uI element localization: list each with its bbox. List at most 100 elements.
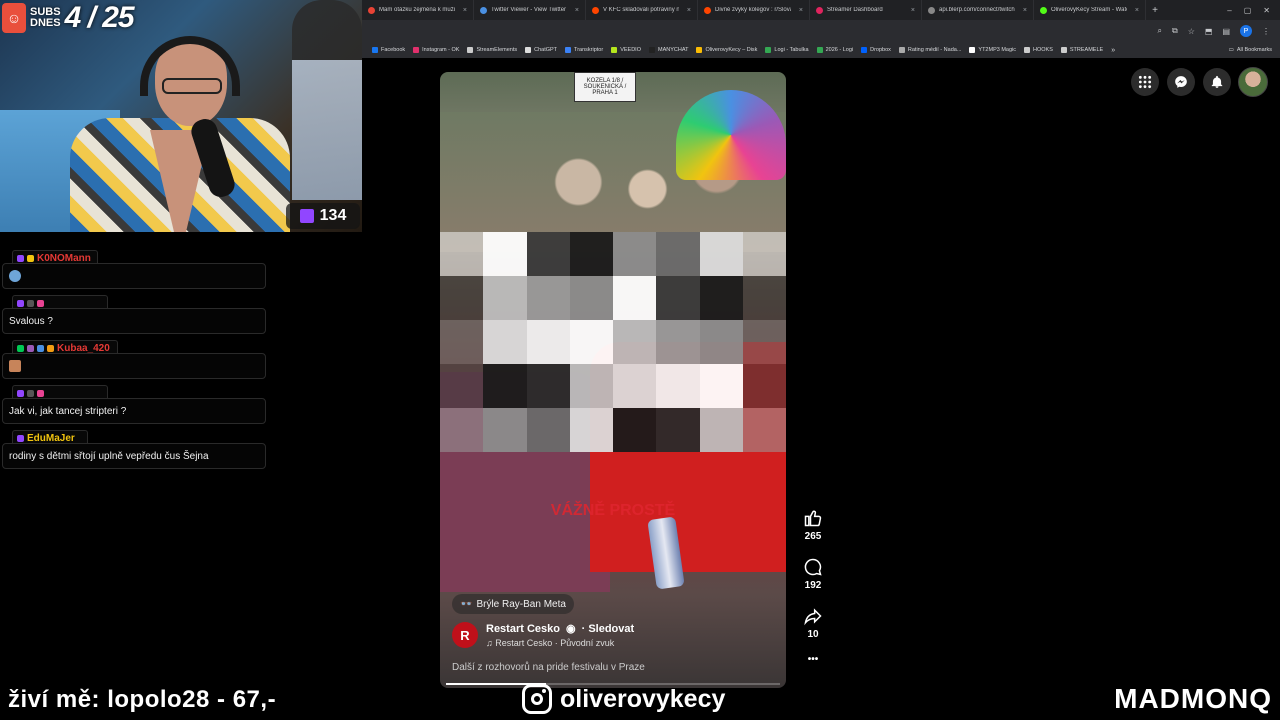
bookmark-label: 2026 - Logi xyxy=(825,47,854,53)
audio-label[interactable]: ♫ Restart Cesko · Původní zvuk xyxy=(486,638,634,648)
browser-profile-avatar[interactable]: P xyxy=(1240,25,1252,37)
comment-button[interactable]: 192 xyxy=(798,557,828,591)
mosaic-cell xyxy=(440,408,484,452)
glasses-tag[interactable]: 👓 Brýle Ray-Ban Meta xyxy=(452,594,574,614)
tab-close-icon[interactable]: × xyxy=(911,7,915,14)
tab-close-icon[interactable]: × xyxy=(1135,7,1139,14)
bookmark-star-icon[interactable]: ☆ xyxy=(1188,27,1195,36)
creator-info: R Restart Cesko ◉ · Sledovat ♫ Restart C… xyxy=(452,622,634,648)
browser-tab[interactable]: Mam otázku zejména k mužů × xyxy=(362,0,474,20)
bookmark-item[interactable]: OliverovyKecy – Disk xyxy=(692,47,761,53)
chat-badge-icon xyxy=(17,434,24,442)
share-button[interactable]: 10 xyxy=(798,606,828,640)
new-tab-button[interactable]: + xyxy=(1146,5,1164,16)
chat-message-text: rodiny s dětmi sřtojí uplně vepředu čus … xyxy=(9,450,209,462)
creator-avatar[interactable]: R xyxy=(452,622,478,648)
subs-widget-logo-icon: ☺ xyxy=(2,3,26,33)
bookmark-item[interactable]: MANYCHAT xyxy=(645,47,692,53)
bookmark-item[interactable]: VEEDIO xyxy=(607,47,645,53)
browser-menu-icon[interactable]: ⋮ xyxy=(1262,27,1270,36)
tab-close-icon[interactable]: × xyxy=(687,7,691,14)
chat-badge-icon xyxy=(37,344,44,352)
cast-icon[interactable]: ⧉ xyxy=(1172,26,1178,36)
all-bookmarks-label: All Bookmarks xyxy=(1236,47,1272,53)
mosaic-cell xyxy=(526,408,570,452)
reel-video[interactable]: KOZELA 1/8 / SOUKENICKÁ / PRAHA 1 VÁŽNĚ … xyxy=(440,72,786,688)
extensions-icon[interactable]: ⬒ xyxy=(1205,27,1213,36)
browser-tab[interactable]: api.blerp.com/connect/twitch × xyxy=(922,0,1034,20)
messenger-icon xyxy=(1175,76,1187,88)
tab-close-icon[interactable]: × xyxy=(575,7,579,14)
chat-badge-icon xyxy=(27,299,34,307)
browser-tab[interactable]: Twitter Viewer - View Twitter × xyxy=(474,0,586,20)
chat-message-text: Svalous ? xyxy=(9,315,53,327)
tab-title: Divné zvyky kolegov : r/Slovak xyxy=(715,7,791,13)
menu-button[interactable] xyxy=(1131,68,1159,96)
creator-name[interactable]: Restart Cesko xyxy=(486,623,560,635)
chat-badge-icon xyxy=(37,389,44,397)
bookmark-item[interactable]: 2026 - Logi xyxy=(813,47,858,53)
bookmark-item[interactable]: HOOKS xyxy=(1020,47,1057,53)
mosaic-cell xyxy=(699,320,743,364)
tab-favicon-icon xyxy=(1040,6,1047,14)
notifications-button[interactable] xyxy=(1203,68,1231,96)
tab-close-icon[interactable]: × xyxy=(1023,7,1027,14)
bookmark-item[interactable]: Dropbox xyxy=(857,47,895,53)
bookmark-item[interactable]: YT2MP3 Magic xyxy=(965,47,1020,53)
browser-tab[interactable]: Streamer Dashboard × xyxy=(810,0,922,20)
browser-tab[interactable]: Divné zvyky kolegov : r/Slovak × xyxy=(698,0,810,20)
bookmark-item[interactable]: Transkriptor xyxy=(561,47,607,53)
bookmark-item[interactable]: Logi - Tabulka xyxy=(761,47,812,53)
tab-close-icon[interactable]: × xyxy=(799,7,803,14)
tab-close-icon[interactable]: × xyxy=(463,7,467,14)
share-icon xyxy=(804,608,822,626)
mosaic-cell xyxy=(526,320,570,364)
more-options-button[interactable]: ••• xyxy=(798,654,828,665)
close-window-icon[interactable]: ✕ xyxy=(1263,6,1270,15)
chat-message: rodiny s dětmi sřtojí uplně vepředu čus … xyxy=(2,443,266,469)
bookmark-favicon-icon xyxy=(467,47,474,53)
all-bookmarks-button[interactable]: ▭ All Bookmarks xyxy=(1225,47,1280,53)
sidebar-icon[interactable]: ▤ xyxy=(1222,27,1230,36)
bookmarks-overflow-button[interactable]: » xyxy=(1107,47,1119,54)
bookmark-label: ChatGPT xyxy=(534,47,558,53)
mosaic-cell xyxy=(440,276,484,320)
mosaic-cell xyxy=(656,320,700,364)
subs-label: SUBS DNES xyxy=(30,7,61,29)
mosaic-cell xyxy=(699,408,743,452)
like-button[interactable]: 265 xyxy=(798,508,828,542)
bookmark-item[interactable]: ChatGPT xyxy=(521,47,561,53)
zoom-icon[interactable]: ⌕ xyxy=(1158,26,1162,36)
bookmark-item[interactable]: Instagram - OK xyxy=(409,47,463,53)
bookmark-favicon-icon xyxy=(565,47,572,53)
bookmark-item[interactable]: StreamElements xyxy=(463,47,521,53)
mosaic-cell xyxy=(569,408,613,452)
mosaic-cell xyxy=(699,276,743,320)
verified-icon: ◉ xyxy=(565,623,576,635)
bookmark-item[interactable]: STREAMELE xyxy=(1057,47,1107,53)
mosaic-cell xyxy=(440,364,484,408)
chat-badge-icon xyxy=(17,344,24,352)
subs-today-widget: ☺ SUBS DNES 4 / 25 xyxy=(0,0,135,36)
mosaic-cell xyxy=(440,232,484,276)
browser-tab[interactable]: V KFC skladovali potraviny na × xyxy=(586,0,698,20)
tab-favicon-icon xyxy=(816,6,823,14)
bookmark-item[interactable]: Rating médií - Nada... xyxy=(895,47,966,53)
mosaic-cell xyxy=(656,276,700,320)
follow-button[interactable]: · Sledovat xyxy=(582,623,635,635)
tab-title: Twitter Viewer - View Twitter xyxy=(491,7,567,13)
bookmark-item[interactable]: Facebook xyxy=(368,47,409,53)
account-avatar[interactable] xyxy=(1238,67,1268,97)
mosaic-cell xyxy=(699,232,743,276)
tab-title: Streamer Dashboard xyxy=(827,7,883,13)
chat-badge-icon xyxy=(17,389,24,397)
maximize-icon[interactable]: ▢ xyxy=(1244,6,1252,15)
chat-message xyxy=(2,263,266,289)
minimize-icon[interactable]: – xyxy=(1227,6,1231,15)
video-caption[interactable]: Další z rozhovorů na pride festivalu v P… xyxy=(452,662,645,673)
tab-favicon-icon xyxy=(704,6,711,14)
messenger-button[interactable] xyxy=(1167,68,1195,96)
chat-emote-icon xyxy=(9,360,21,372)
browser-tab[interactable]: OliverovyKecy Stream - Watch × xyxy=(1034,0,1146,20)
browser-toolbar: ⌕ ⧉ ☆ ⬒ ▤ P ⋮ xyxy=(362,20,1280,42)
